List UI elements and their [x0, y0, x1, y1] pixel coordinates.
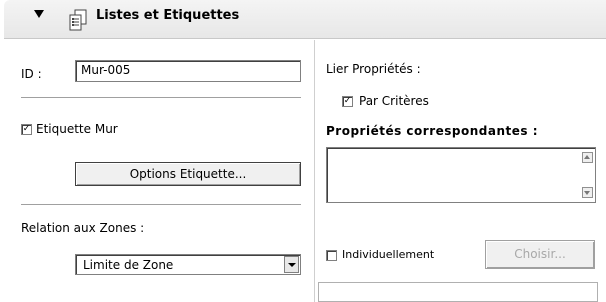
- zone-relation-select[interactable]: Limite de Zone: [75, 254, 301, 275]
- id-input[interactable]: Mur-005: [75, 60, 301, 82]
- column-divider: [314, 40, 315, 302]
- label-wall-checkbox-label: Etiquette Mur: [36, 122, 118, 136]
- checkmark-icon: ✓: [343, 96, 352, 106]
- matching-properties-list[interactable]: [326, 147, 596, 203]
- individually-checkbox[interactable]: [326, 250, 337, 261]
- scroll-down-icon[interactable]: [582, 187, 593, 198]
- panel-header[interactable]: Listes et Etiquettes: [4, 0, 606, 39]
- chevron-down-icon[interactable]: [284, 256, 299, 273]
- id-label: ID :: [21, 67, 42, 81]
- collapse-triangle-icon[interactable]: [34, 10, 44, 18]
- label-wall-checkbox[interactable]: ✓: [21, 124, 32, 135]
- link-properties-label: Lier Propriétés :: [326, 62, 421, 76]
- separator: [21, 97, 301, 99]
- scroll-up-icon[interactable]: [582, 152, 593, 163]
- options-label-button[interactable]: Options Etiquette...: [75, 162, 301, 186]
- zone-relation-label: Relation aux Zones :: [21, 221, 145, 235]
- panel-title: Listes et Etiquettes: [96, 8, 240, 23]
- id-input-value: Mur-005: [81, 63, 131, 77]
- zone-relation-selected: Limite de Zone: [83, 258, 174, 272]
- individual-value-field[interactable]: [318, 282, 598, 302]
- matching-properties-label: Propriétés correspondantes :: [326, 124, 538, 138]
- individually-label: Individuellement: [342, 248, 435, 261]
- by-criteria-checkbox[interactable]: ✓: [342, 96, 353, 107]
- choose-button[interactable]: Choisir...: [485, 240, 595, 269]
- checkmark-icon: ✓: [22, 124, 31, 134]
- by-criteria-label: Par Critères: [359, 94, 429, 108]
- list-document-icon: [69, 9, 87, 31]
- separator: [21, 204, 301, 206]
